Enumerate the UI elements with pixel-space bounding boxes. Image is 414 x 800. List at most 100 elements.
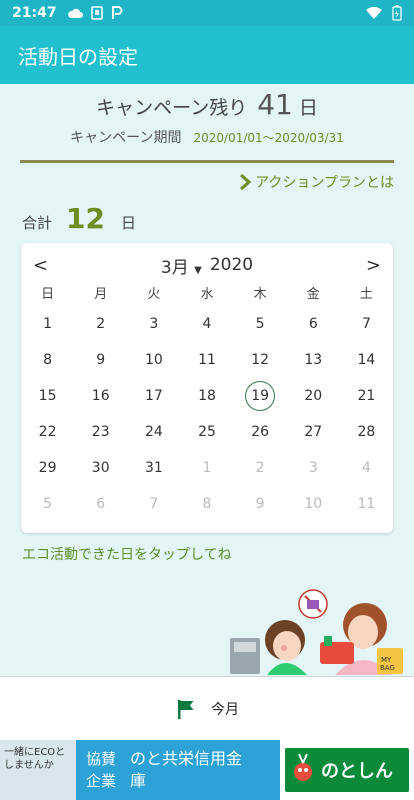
next-month-button[interactable]: > [366,255,381,276]
calendar-day[interactable]: 27 [287,414,340,450]
calendar-day[interactable]: 7 [340,306,393,342]
calendar-day[interactable]: 8 [21,342,74,378]
calendar-day[interactable]: 25 [180,414,233,450]
calendar-day[interactable]: 2 [74,306,127,342]
ad-sponsor-label: 協賛 企業 [86,748,116,792]
total-unit: 日 [120,214,136,232]
campaign-remaining: キャンペーン残り 41 日 [0,88,414,121]
ad-sponsor-label-2: 企業 [86,772,117,790]
weekday-label: 火 [147,287,161,302]
shopping-illustration: MY BAG [230,589,403,675]
remaining-unit: 日 [298,97,318,119]
ad-sponsor-name-2: 庫 [130,771,147,790]
calendar-day-other-month: 10 [304,496,323,512]
ad-logo: のとしん [280,740,414,800]
action-plan-label: アクションプランとは [255,175,394,191]
calendar-day-other-month: 3 [308,460,318,476]
cloud-icon [67,8,83,18]
calendar-day[interactable]: 4 [180,306,233,342]
calendar-day[interactable]: 12 [234,342,287,378]
month-label: 3月 [160,257,189,278]
calendar-day[interactable]: 9 [74,342,127,378]
calendar-day-other-month: 1 [202,460,212,476]
calendar-day-other-month: 9 [255,496,265,512]
wifi-icon [366,7,382,19]
remaining-label: キャンペーン残り [96,97,248,119]
ad-sponsor-name: のと共栄信用金 庫 [130,748,242,792]
total-label: 合計 [22,214,53,232]
notoshin-logo: のとしん [285,748,409,792]
calendar-day[interactable]: 1 [21,306,74,342]
calendar-day-other-month: 7 [149,496,159,512]
calendar-day[interactable]: 26 [234,414,287,450]
tap-hint: エコ活動できた日をタップしてね [22,547,232,563]
ad-banner[interactable]: 一緒にECOと しませんか 協賛 企業 のと共栄信用金 庫 のとしん [0,740,414,800]
weekday-label: 土 [359,287,373,302]
ad-eco-line-2: しませんか [4,760,54,771]
page-title: 活動日の設定 [18,44,138,69]
calendar-day-other-month: 2 [255,460,265,476]
campaign-period: キャンペーン期間 2020/01/01～2020/03/31 [0,127,414,147]
calendar-day-other-month: 11 [357,496,376,512]
this-month-button[interactable]: 今月 [0,676,414,740]
svg-text:MY: MY [381,656,392,664]
calendar-day-other-month: 5 [43,496,53,512]
ad-sponsor-name-1: のと共栄信用金 [130,749,243,768]
action-plan-link[interactable]: アクションプランとは [239,172,394,192]
status-time: 21:47 [12,5,57,21]
logo-text: のとしん [321,761,393,782]
calendar-day-today[interactable]: 19 [234,378,287,414]
ad-sponsor: 協賛 企業 のと共栄信用金 庫 [76,740,280,800]
status-bar: 21:47 [0,0,414,26]
dropdown-caret-icon: ▼ [194,264,202,276]
app-bar: 活動日の設定 [0,26,414,84]
calendar-day[interactable]: 18 [180,378,233,414]
calendar-day[interactable]: 31 [127,450,180,486]
calendar-day[interactable]: 11 [180,342,233,378]
calendar-day-other-month: 8 [202,496,212,512]
calendar-day[interactable]: 14 [340,342,393,378]
calendar-day[interactable]: 13 [287,342,340,378]
calendar-day[interactable]: 3 [127,306,180,342]
calendar-day[interactable]: 5 [234,306,287,342]
calendar-day[interactable]: 21 [340,378,393,414]
remaining-days: 41 [257,88,293,121]
total-days: 合計 12 日 [22,202,136,235]
prev-month-button[interactable]: < [33,255,48,276]
calendar-grid: 日 月 火 水 木 金 土 1 2 3 4 5 6 7 8 9 10 11 12… [21,284,393,522]
calendar-day[interactable]: 6 [287,306,340,342]
calendar-day[interactable]: 10 [127,342,180,378]
calendar-day[interactable]: 29 [21,450,74,486]
weekday-label: 日 [41,287,55,302]
ad-eco-line-1: 一緒にECOと [4,747,66,758]
sim-icon [90,6,103,20]
calendar-day[interactable]: 23 [74,414,127,450]
year-label[interactable]: 2020 [210,255,253,275]
calendar-day-other-month: 6 [96,496,106,512]
calendar-day[interactable]: 20 [287,378,340,414]
calendar-header: < 3月 ▼ 2020 > [21,243,393,287]
ad-sponsor-label-1: 協賛 [86,750,117,768]
ad-eco-text: 一緒にECOと しませんか [0,740,76,800]
svg-text:BAG: BAG [380,664,395,672]
divider [20,160,394,163]
mascot-icon [294,753,312,781]
calendar-day[interactable]: 17 [127,378,180,414]
calendar-day[interactable]: 15 [21,378,74,414]
period-value: 2020/01/01～2020/03/31 [193,131,344,145]
calendar-day[interactable]: 28 [340,414,393,450]
month-selector[interactable]: 3月 ▼ [161,253,202,278]
flag-icon [178,699,194,719]
period-label: キャンペーン期間 [70,130,182,146]
chevron-right-icon [240,174,252,190]
battery-icon [392,5,402,21]
total-value: 12 [66,202,105,235]
calendar-day[interactable]: 22 [21,414,74,450]
campaign-info: キャンペーン残り 41 日 キャンペーン期間 2020/01/01～2020/0… [0,88,414,147]
calendar-day-other-month: 4 [361,460,371,476]
weekday-label: 水 [200,287,214,302]
calendar-day[interactable]: 30 [74,450,127,486]
calendar-day[interactable]: 24 [127,414,180,450]
this-month-label: 今月 [211,701,239,718]
calendar-day[interactable]: 16 [74,378,127,414]
